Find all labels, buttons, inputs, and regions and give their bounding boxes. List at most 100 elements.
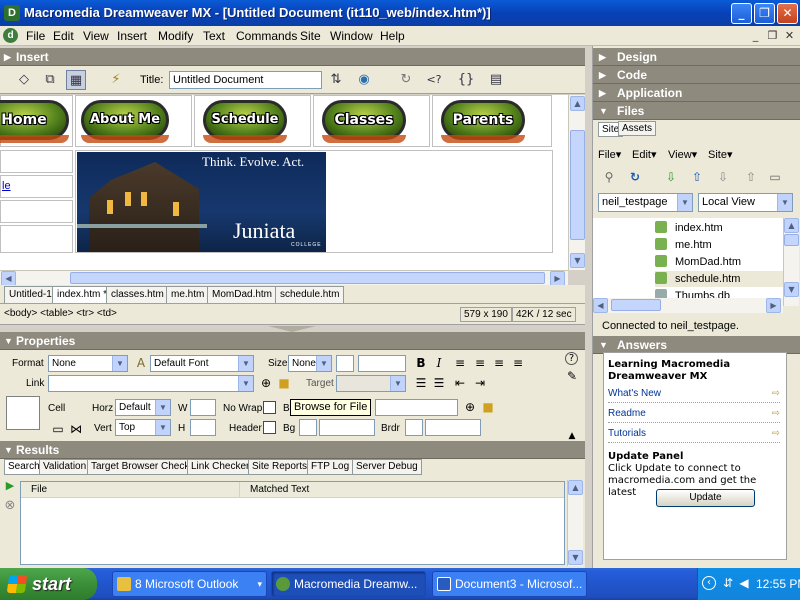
link-tutorials[interactable]: Tutorials ⇨ xyxy=(608,427,780,443)
table-cell[interactable]: le xyxy=(0,175,73,198)
merge-cells-icon[interactable]: ▭ xyxy=(50,421,66,437)
scroll-right-icon[interactable]: ▶ xyxy=(550,271,565,286)
results-list[interactable]: File Matched Text xyxy=(20,481,565,565)
split-view-icon[interactable]: ⧉ xyxy=(40,70,60,90)
align-center-icon[interactable]: ≡ xyxy=(472,355,488,371)
tab-schedule[interactable]: schedule.htm xyxy=(275,286,345,303)
vert-select[interactable]: Top ▼ xyxy=(115,419,171,436)
scroll-up-icon[interactable]: ▲ xyxy=(568,480,583,495)
align-left-icon[interactable]: ≡ xyxy=(452,355,468,371)
preview-browser-icon[interactable]: ◉ xyxy=(354,70,374,90)
font-select[interactable]: Default Font ▼ xyxy=(150,355,254,372)
app-icon[interactable]: D xyxy=(4,5,20,21)
tab-assets[interactable]: Assets xyxy=(618,121,657,136)
tab-site-reports[interactable]: Site Reports xyxy=(248,459,312,475)
menu-text[interactable]: Text xyxy=(203,29,225,43)
view-select[interactable]: Local View ▼ xyxy=(698,193,793,212)
scroll-thumb[interactable] xyxy=(784,234,799,246)
menu-site[interactable]: Site xyxy=(300,29,321,43)
scroll-thumb[interactable] xyxy=(570,130,585,240)
tab-target-browser-check[interactable]: Target Browser Check xyxy=(87,459,194,475)
insert-panel-header[interactable]: ▶ Insert xyxy=(0,48,585,66)
dreamweaver-logo-icon[interactable]: d xyxy=(3,28,18,43)
code-view-icon[interactable]: ◇ xyxy=(14,70,34,90)
menu-insert[interactable]: Insert xyxy=(117,29,147,43)
design-view-icon[interactable]: ▦ xyxy=(66,70,86,90)
horz-select[interactable]: Default ▼ xyxy=(115,399,171,416)
text-color-swatch[interactable] xyxy=(336,355,354,372)
nowrap-checkbox[interactable] xyxy=(263,401,276,414)
refresh-icon[interactable]: ↻ xyxy=(396,70,416,90)
doc-close-button[interactable]: ✕ xyxy=(782,28,797,43)
justify-icon[interactable]: ≡ xyxy=(510,355,526,371)
tab-ftp-log[interactable]: FTP Log xyxy=(307,459,354,475)
volume-icon[interactable]: ◀ xyxy=(736,575,752,591)
link-whats-new[interactable]: What's New ⇨ xyxy=(608,387,780,403)
file-item[interactable]: MomDad.htm xyxy=(655,254,741,270)
bg-color-input[interactable] xyxy=(319,419,375,436)
size-select[interactable]: None ▼ xyxy=(288,355,332,372)
point-to-file-icon[interactable]: ⊕ xyxy=(462,399,478,415)
files-menu-edit[interactable]: Edit▾ xyxy=(632,148,657,161)
close-button[interactable]: ✕ xyxy=(777,3,798,24)
nav-button-schedule[interactable]: Schedule xyxy=(203,100,287,143)
code-panel-header[interactable]: ▶ Code xyxy=(593,66,800,84)
menu-file[interactable]: File xyxy=(26,29,45,43)
design-panel-header[interactable]: ▶ Design xyxy=(593,48,800,66)
design-view[interactable]: Home About Me Schedule Classes Parents l… xyxy=(0,95,568,270)
table-cell[interactable] xyxy=(0,200,73,223)
css-style-icon[interactable]: A xyxy=(133,355,149,371)
split-cell-icon[interactable]: ⋈ xyxy=(68,421,84,437)
files-scrollbar[interactable]: ▲ ▼ xyxy=(783,218,799,306)
width-input[interactable] xyxy=(190,399,216,416)
clock[interactable]: 12:55 PM xyxy=(756,577,800,591)
nav-button-parents[interactable]: Parents xyxy=(441,100,525,143)
title-input[interactable]: Untitled Document xyxy=(169,71,322,89)
browse-folder-icon[interactable]: ■ xyxy=(480,399,496,415)
files-menu-site[interactable]: Site▾ xyxy=(708,148,733,161)
application-panel-header[interactable]: ▶ Application xyxy=(593,84,800,102)
table-cell[interactable] xyxy=(0,225,73,253)
tab-untitled[interactable]: Untitled-1 xyxy=(4,286,57,303)
start-button[interactable]: start xyxy=(0,568,97,600)
outdent-icon[interactable]: ⇤ xyxy=(452,375,468,391)
file-item[interactable]: schedule.htm xyxy=(655,271,783,287)
table-cell[interactable] xyxy=(0,150,73,173)
title-bar[interactable]: D Macromedia Dreamweaver MX - [Untitled … xyxy=(0,0,800,26)
scroll-thumb[interactable] xyxy=(611,299,661,311)
tab-search[interactable]: Search xyxy=(4,459,44,475)
files-panel-header[interactable]: ▼ Files xyxy=(593,102,800,120)
refresh-icon[interactable]: ↻ xyxy=(627,169,643,185)
connect-icon[interactable]: ⚲ xyxy=(601,169,617,185)
menu-modify[interactable]: Modify xyxy=(158,29,193,43)
files-hscrollbar[interactable]: ◀ ▶ xyxy=(593,298,783,313)
border-color-input[interactable] xyxy=(425,419,481,436)
menu-commands[interactable]: Commands xyxy=(236,29,297,43)
show-hidden-icons-icon[interactable]: ‹ xyxy=(702,576,716,590)
task-dreamweaver[interactable]: Macromedia Dreamw... xyxy=(271,571,426,597)
design-vertical-scrollbar[interactable]: ▲ ▼ xyxy=(568,95,585,270)
menu-edit[interactable]: Edit xyxy=(53,29,74,43)
scroll-up-icon[interactable]: ▲ xyxy=(784,218,799,233)
bg-color-swatch[interactable] xyxy=(299,419,317,436)
expand-view-icon[interactable]: ▭ xyxy=(767,169,783,185)
scroll-left-icon[interactable]: ◀ xyxy=(593,298,608,313)
file-management-icon[interactable]: ⇅ xyxy=(326,70,346,90)
border-color-swatch[interactable] xyxy=(405,419,423,436)
check-in-icon[interactable]: ⇧ xyxy=(743,169,759,185)
quick-tag-editor-icon[interactable]: ✎ xyxy=(564,368,580,384)
format-select[interactable]: None ▼ xyxy=(48,355,128,372)
align-right-icon[interactable]: ≡ xyxy=(491,355,507,371)
site-select[interactable]: neil_testpage ▼ xyxy=(598,193,693,212)
splitter[interactable] xyxy=(0,324,585,332)
files-menu-file[interactable]: File▾ xyxy=(598,148,621,161)
column-file[interactable]: File xyxy=(31,482,47,498)
properties-panel-header[interactable]: ▼ Properties xyxy=(0,332,585,350)
update-button[interactable]: Update xyxy=(656,489,755,507)
file-item[interactable]: me.htm xyxy=(655,237,712,253)
menu-window[interactable]: Window xyxy=(330,29,373,43)
file-item[interactable]: index.htm xyxy=(655,220,723,236)
bold-button[interactable]: B xyxy=(413,355,429,371)
results-scrollbar[interactable]: ▲ ▼ xyxy=(567,480,583,566)
network-icon[interactable]: ⇵ xyxy=(720,575,736,591)
